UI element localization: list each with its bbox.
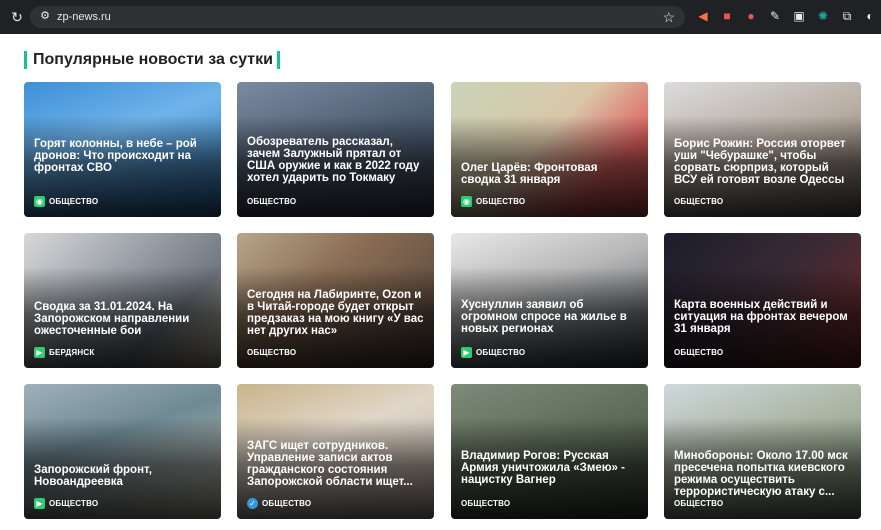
camera-icon: ◉ [461,195,472,207]
card-title: Борис Рожин: Россия оторвет уши "Чебураш… [674,138,846,186]
card-tag[interactable]: ▶ БЕРДЯНСК [34,346,94,358]
card-tag[interactable]: ◉ ОБЩЕСТВО [461,195,525,207]
card-title: Горят колонны, в небе – рой дронов: Что … [34,138,197,174]
address-bar[interactable]: ⚙ zp-news.ru ☆ [30,6,685,28]
card-tag[interactable]: ◉ ОБЩЕСТВО [34,195,98,207]
news-card[interactable]: Запорожский фронт, Новоандреевка ▶ ОБЩЕС… [24,384,221,519]
news-card[interactable]: ЗАГС ищет сотрудников. Управление записи… [237,384,434,519]
card-tag[interactable]: ОБЩЕСТВО [461,497,510,509]
news-card[interactable]: Сегодня на Лабиринте, Ozon и в Читай-гор… [237,233,434,368]
news-card[interactable]: Минобороны: Около 17.00 мск пресечена по… [664,384,861,519]
card-title: Запорожский фронт, Новоандреевка [34,464,152,488]
extension-icon[interactable]: ● [743,8,759,24]
card-tag[interactable]: ОБЩЕСТВО [674,346,723,358]
card-title: Сегодня на Лабиринте, Ozon и в Читай-гор… [247,289,424,337]
check-icon: ✓ [247,497,258,509]
cast-icon[interactable]: ◀ [695,8,711,24]
video-icon: ▶ [34,346,45,358]
card-title: Минобороны: Около 17.00 мск пресечена по… [674,450,848,498]
news-card[interactable]: Обозреватель рассказал, зачем Залужный п… [237,82,434,217]
camera-icon: ◉ [34,195,45,207]
card-title: Владимир Рогов: Русская Армия уничтожила… [461,450,625,486]
card-tag[interactable]: ОБЩЕСТВО [247,195,296,207]
profile-icon[interactable]: ◐ [862,8,878,24]
url-text[interactable]: zp-news.ru [57,6,111,28]
card-tag[interactable]: ОБЩЕСТВО [674,497,723,509]
news-card[interactable]: Владимир Рогов: Русская Армия уничтожила… [451,384,648,519]
card-title: Сводка за 31.01.2024. На Запорожском нап… [34,301,190,337]
page-content: Популярные новости за сутки Горят колонн… [0,34,881,530]
card-tag[interactable]: ▶ ОБЩЕСТВО [34,497,98,509]
video-icon: ▶ [34,497,45,509]
pen-icon[interactable]: ✎ [767,8,783,24]
puzzle-icon[interactable]: ⧉ [839,8,855,24]
news-card[interactable]: Сводка за 31.01.2024. На Запорожском нап… [24,233,221,368]
section-heading: Популярные новости за сутки [24,50,280,70]
heading-accent-left [24,51,27,69]
star-icon[interactable]: ☆ [662,7,675,27]
site-settings-icon[interactable]: ⚙ [38,9,52,23]
card-tag[interactable]: ОБЩЕСТВО [674,195,723,207]
pdf-icon[interactable]: ■ [719,8,735,24]
card-tag[interactable]: ✓ ОБЩЕСТВО [247,497,311,509]
news-card[interactable]: Горят колонны, в небе – рой дронов: Что … [24,82,221,217]
card-tag[interactable]: ОБЩЕСТВО [247,346,296,358]
section-title: Популярные новости за сутки [33,51,273,68]
news-card[interactable]: Карта военных действий и ситуация на фро… [664,233,861,368]
heading-accent-right [276,51,280,69]
card-title: Обозреватель рассказал, зачем Залужный п… [247,136,420,184]
card-title: ЗАГС ищет сотрудников. Управление записи… [247,440,413,488]
news-card[interactable]: Олег Царёв: Фронтовая сводка 31 января ◉… [451,82,648,217]
atom-icon[interactable]: ✺ [815,8,831,24]
news-card[interactable]: Хуснуллин заявил об огромном спросе на ж… [451,233,648,368]
card-title: Хуснуллин заявил об огромном спросе на ж… [461,299,627,335]
screenshot-icon[interactable]: ▣ [791,8,807,24]
browser-toolbar: ↻ ⚙ zp-news.ru ☆ ◀ ■ ● ✎ ▣ ✺ ⧉ ◐ [0,0,881,34]
card-title: Карта военных действий и ситуация на фро… [674,299,848,335]
video-icon: ▶ [461,346,472,358]
card-tag[interactable]: ▶ ОБЩЕСТВО [461,346,525,358]
card-title: Олег Царёв: Фронтовая сводка 31 января [461,162,598,186]
news-card[interactable]: Борис Рожин: Россия оторвет уши "Чебураш… [664,82,861,217]
reload-icon[interactable]: ↻ [8,8,26,26]
